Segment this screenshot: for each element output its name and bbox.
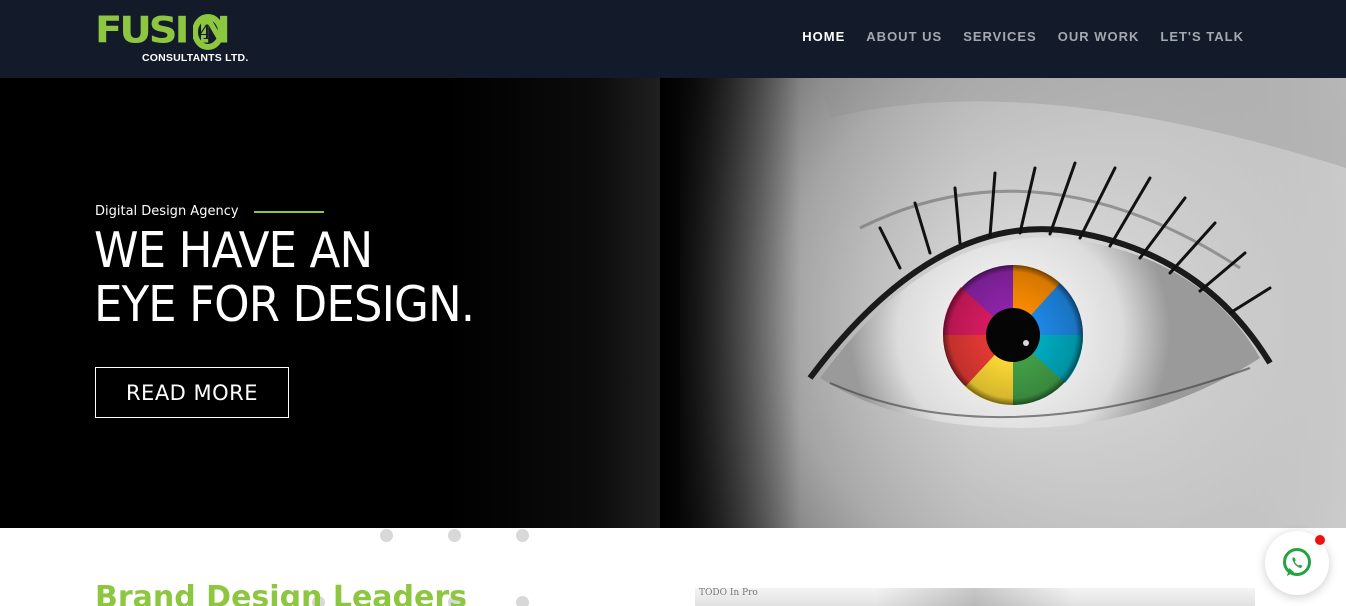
decor-dot: [380, 529, 393, 542]
section-image-shadow: [875, 588, 1075, 606]
read-more-button[interactable]: READ MORE: [95, 367, 289, 418]
hero-eyebrow-text: Digital Design Agency: [95, 204, 239, 219]
main-menu: HOME ABOUT US SERVICES OUR WORK LET'S TA…: [802, 29, 1244, 44]
section-image-text: TODO In Pro: [699, 588, 758, 598]
eyebrow-divider: [253, 210, 324, 213]
logo-four: 4: [199, 20, 212, 44]
hero-slider: Digital Design Agency WE HAVE AN EYE FOR…: [0, 78, 1346, 528]
decor-dot: [516, 529, 529, 542]
decor-dot: [516, 596, 529, 606]
logo-subtitle: CONSULTANTS LTD.: [142, 52, 249, 64]
iris: [942, 264, 1084, 406]
hero-eyebrow: Digital Design Agency: [95, 204, 324, 219]
nav-home[interactable]: HOME: [802, 29, 845, 44]
section-image: TODO In Pro: [695, 588, 1255, 606]
notification-badge: [1315, 535, 1325, 545]
top-navigation: FUSI N 4 CONSULTANTS LTD. HOME ABOUT US …: [0, 0, 1346, 78]
logo[interactable]: FUSI N 4 CONSULTANTS LTD.: [95, 12, 265, 66]
section-title: Brand Design Leaders: [95, 580, 468, 606]
hero-headline-line1: WE HAVE AN: [94, 222, 373, 279]
hero-headline: WE HAVE AN EYE FOR DESIGN.: [94, 224, 507, 332]
hero-headline-line2: EYE FOR DESIGN.: [94, 276, 475, 333]
nav-services[interactable]: SERVICES: [963, 29, 1037, 44]
nav-our-work[interactable]: OUR WORK: [1058, 29, 1140, 44]
whatsapp-icon: [1283, 548, 1311, 576]
nav-lets-talk[interactable]: LET'S TALK: [1160, 29, 1244, 44]
nav-about-us[interactable]: ABOUT US: [866, 29, 942, 44]
decor-dot: [448, 529, 461, 542]
